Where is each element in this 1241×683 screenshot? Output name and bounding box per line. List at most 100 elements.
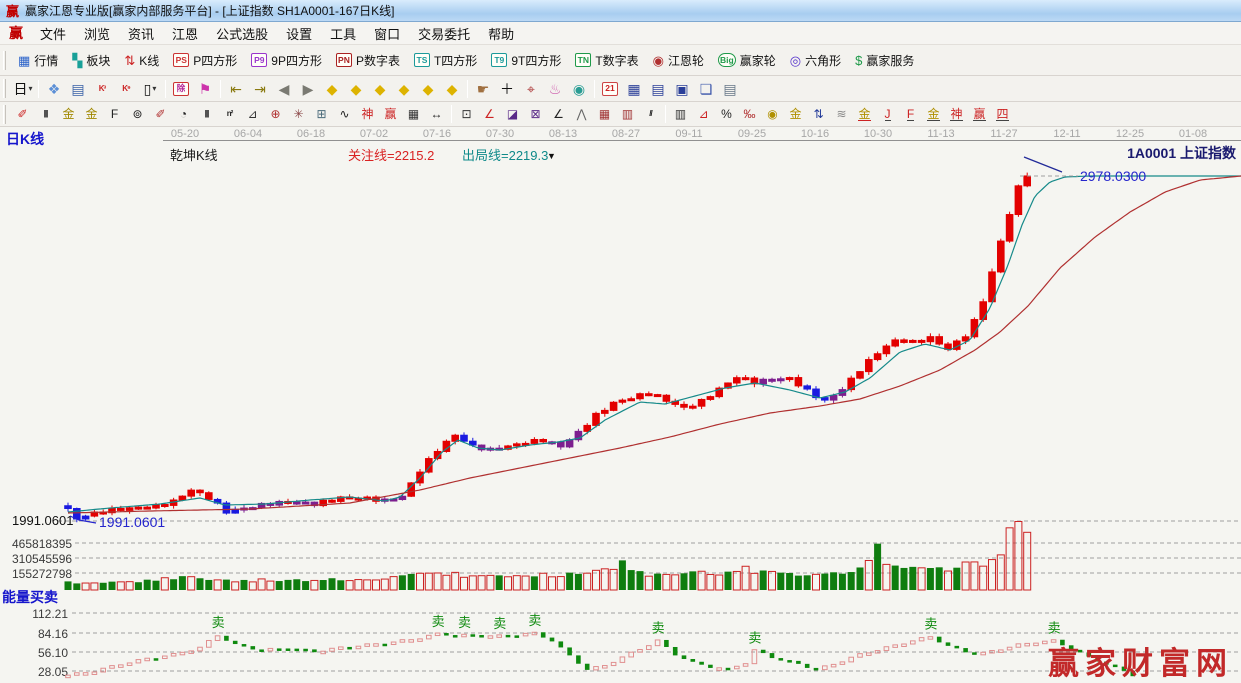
first-page-icon[interactable]: ⇤ xyxy=(224,78,248,100)
draw-pen-icon[interactable]: ✐ xyxy=(11,104,34,124)
menu-item-2[interactable]: 资讯 xyxy=(119,22,163,45)
p-number-table-button[interactable]: PN P数字表 xyxy=(329,50,407,71)
notepad-icon[interactable]: ▤ xyxy=(646,78,670,100)
page-right-icon[interactable]: ▶ xyxy=(296,78,320,100)
j-line-icon[interactable]: J xyxy=(876,104,899,124)
gold-slash-icon[interactable]: 金 xyxy=(922,104,945,124)
net-box-icon[interactable]: ⊠ xyxy=(524,104,547,124)
gold-circle-icon[interactable]: ◉ xyxy=(761,104,784,124)
color-flag-icon[interactable]: ⚑ xyxy=(193,78,217,100)
ruler-dense-icon[interactable]: ||| xyxy=(195,104,218,124)
gann-wheel-button[interactable]: ◉ 江恩轮 xyxy=(646,50,711,71)
calculator-icon[interactable]: ▦ xyxy=(622,78,646,100)
page-left-icon[interactable]: ◀ xyxy=(272,78,296,100)
red-grid-icon[interactable]: ▦ xyxy=(593,104,616,124)
p-square-button[interactable]: PS P四方形 xyxy=(166,50,244,71)
hexagon-button[interactable]: ◎ 六角形 xyxy=(783,50,848,71)
zoom-diamond-right-icon[interactable]: ◆ xyxy=(344,78,368,100)
shen-tool-icon[interactable]: 神 xyxy=(356,104,379,124)
grid-count-icon[interactable]: ▦ xyxy=(402,104,425,124)
calendar-icon[interactable]: 21 xyxy=(598,78,622,100)
menu-item-3[interactable]: 江恩 xyxy=(163,22,207,45)
zoom-diamond-shrink-icon[interactable]: ◆ xyxy=(392,78,416,100)
dropdown-triangle-icon[interactable]: ▼ xyxy=(547,151,556,161)
col-grid-icon[interactable]: ▥ xyxy=(616,104,639,124)
period-label[interactable]: 日K线 xyxy=(6,129,44,149)
last-page-icon[interactable]: ⇥ xyxy=(248,78,272,100)
wave-box-icon[interactable]: ≋ xyxy=(830,104,853,124)
zoom-diamond-left-icon[interactable]: ◆ xyxy=(320,78,344,100)
hist-scale-icon[interactable]: ▥ xyxy=(669,104,692,124)
drag-hand-icon[interactable]: ☛ xyxy=(471,78,495,100)
winner-wheel-button[interactable]: Big 赢家轮 xyxy=(711,50,783,71)
winner-service-button[interactable]: $ 赢家服务 xyxy=(848,50,921,71)
candle-style-button[interactable]: ▯ ▾ xyxy=(138,78,162,100)
hotspot-icon[interactable]: ♨ xyxy=(543,78,567,100)
grid-target-icon[interactable]: ⊞ xyxy=(310,104,333,124)
gold-grid-a-icon[interactable]: 金 xyxy=(57,104,80,124)
t-square-button[interactable]: TS T四方形 xyxy=(407,50,484,71)
shen-slash-icon[interactable]: 神 xyxy=(945,104,968,124)
star-rays-icon[interactable]: ✳ xyxy=(287,104,310,124)
menu-item-1[interactable]: 浏览 xyxy=(75,22,119,45)
sectors-button[interactable]: ▚ 板块 xyxy=(65,50,117,71)
menu-item-4[interactable]: 公式选股 xyxy=(207,22,277,45)
f-grid-icon[interactable]: F xyxy=(103,104,126,124)
wave-mark-icon[interactable]: ∿ xyxy=(333,104,356,124)
zoom-diamond-expand-icon[interactable]: ◆ xyxy=(368,78,392,100)
formula-web-icon[interactable]: ❖ xyxy=(42,78,66,100)
net-transfer-icon[interactable]: ❏ xyxy=(694,78,718,100)
kline-button[interactable]: ⇅ K线 xyxy=(117,50,166,71)
gold-bars-icon[interactable]: 金 xyxy=(784,104,807,124)
pen-angle-icon[interactable]: ✐ xyxy=(149,104,172,124)
nine-p-square-button[interactable]: P9 9P四方形 xyxy=(244,50,329,71)
gold-line-icon[interactable]: 金 xyxy=(853,104,876,124)
smart-analysis-icon[interactable]: ◉ xyxy=(567,78,591,100)
save-icon[interactable]: ▣ xyxy=(670,78,694,100)
si-slash-icon[interactable]: 四 xyxy=(991,104,1014,124)
f-line-icon[interactable]: F xyxy=(899,104,922,124)
gold-grid-b-icon[interactable]: 金 xyxy=(80,104,103,124)
clipboard-icon[interactable]: ▤ xyxy=(66,78,90,100)
menu-item-6[interactable]: 工具 xyxy=(321,22,365,45)
t-number-table-button[interactable]: TN T数字表 xyxy=(568,50,645,71)
angle-set-icon[interactable]: ⊿ xyxy=(241,104,264,124)
kline-chart[interactable]: 465818395310545596155272798 112.21 84.16 56… xyxy=(0,127,1241,683)
kline-3-icon[interactable]: K³ xyxy=(90,78,114,100)
corner-frame-icon[interactable]: ⊡ xyxy=(455,104,478,124)
menu-logo-icon[interactable]: 赢 xyxy=(5,23,31,43)
ying-tool-icon[interactable]: 赢 xyxy=(379,104,402,124)
percent-icon[interactable]: % xyxy=(715,104,738,124)
nine-t-square-button[interactable]: T9 9T四方形 xyxy=(484,50,568,71)
period-day-button[interactable]: 日 ▾ xyxy=(11,78,35,100)
gann-target-icon[interactable]: ⊕ xyxy=(264,104,287,124)
ying-slash-icon[interactable]: 赢 xyxy=(968,104,991,124)
percent-line-icon[interactable]: ‰ xyxy=(738,104,761,124)
time-circle-icon[interactable]: ◔ xyxy=(172,104,195,124)
trend-pen-icon[interactable]: ∠ xyxy=(547,104,570,124)
menu-item-0[interactable]: 文件 xyxy=(31,22,75,45)
oscillator-bar xyxy=(954,645,960,649)
menu-item-9[interactable]: 帮助 xyxy=(479,22,523,45)
kline-9-icon[interactable]: K⁹ xyxy=(114,78,138,100)
menu-item-8[interactable]: 交易委托 xyxy=(409,22,479,45)
gann-ruler-icon[interactable]: ||| xyxy=(34,104,57,124)
span-arrows-icon[interactable]: ↔ xyxy=(425,104,448,124)
measure-icon[interactable]: ⌖ xyxy=(519,78,543,100)
ray-fan-icon[interactable]: ∠ xyxy=(478,104,501,124)
market-quotes-button[interactable]: ▦ 行情 xyxy=(11,50,65,71)
parallel-lines-icon[interactable]: // xyxy=(639,104,662,124)
zoom-diamond-full-icon[interactable]: ◆ xyxy=(440,78,464,100)
menu-item-5[interactable]: 设置 xyxy=(277,22,321,45)
menu-item-7[interactable]: 窗口 xyxy=(365,22,409,45)
print-icon[interactable]: ▤ xyxy=(718,78,742,100)
ex-rights-icon[interactable]: 除 xyxy=(169,78,193,100)
diag-box-icon[interactable]: ◪ xyxy=(501,104,524,124)
percent-angle-icon[interactable]: ⊿ xyxy=(692,104,715,124)
zoom-diamond-out-icon[interactable]: ◆ xyxy=(416,78,440,100)
updown-mark-icon[interactable]: ⇅ xyxy=(807,104,830,124)
crosshair-icon[interactable]: ＋ xyxy=(495,78,519,100)
zigzag-icon[interactable]: ⋀ xyxy=(570,104,593,124)
n-square-icon[interactable]: n² xyxy=(218,104,241,124)
nine-spiral-icon[interactable]: ⊚ xyxy=(126,104,149,124)
